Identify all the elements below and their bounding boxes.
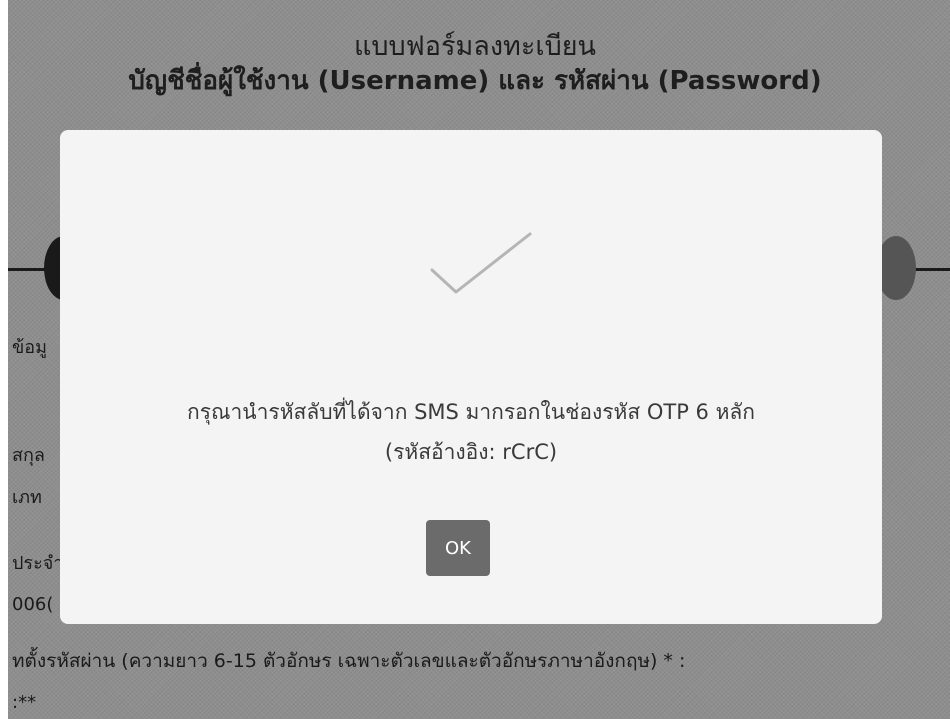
step-indicator-2 xyxy=(876,236,916,300)
ok-button[interactable]: OK xyxy=(426,520,490,576)
field-label-id: ประจำ xyxy=(12,553,64,574)
checkmark-icon xyxy=(430,232,532,294)
dialog-message: กรุณานำรหัสลับที่ได้จาก SMS มากรอกในช่อง… xyxy=(60,392,882,472)
page-title: แบบฟอร์มลงทะเบียน xyxy=(354,31,596,62)
field-value-id: 006( xyxy=(12,594,54,615)
field-label-surname: สกุล xyxy=(12,445,45,466)
registration-page: แบบฟอร์มลงทะเบียน บัญชีชื่อผู้ใช้งาน (Us… xyxy=(0,0,950,719)
page-edge xyxy=(0,0,8,719)
field-label-confirm: :** xyxy=(12,692,37,713)
page-subtitle: บัญชีชื่อผู้ใช้งาน (Username) และ รหัสผ่… xyxy=(128,66,822,96)
dialog-message-line1: กรุณานำรหัสลับที่ได้จาก SMS มากรอกในช่อง… xyxy=(187,400,755,424)
dialog-reference-code: (รหัสอ้างอิง: rCrC) xyxy=(384,440,558,464)
otp-dialog: กรุณานำรหัสลับที่ได้จาก SMS มากรอกในช่อง… xyxy=(60,130,882,624)
field-label-type: เภท xyxy=(12,487,42,508)
page-header: แบบฟอร์มลงทะเบียน บัญชีชื่อผู้ใช้งาน (Us… xyxy=(0,30,950,98)
field-label-password: ทตั้งรหัสผ่าน (ความยาว 6-15 ตัวอักษร เฉพ… xyxy=(12,650,686,672)
section-label-info: ข้อมู xyxy=(12,337,47,358)
